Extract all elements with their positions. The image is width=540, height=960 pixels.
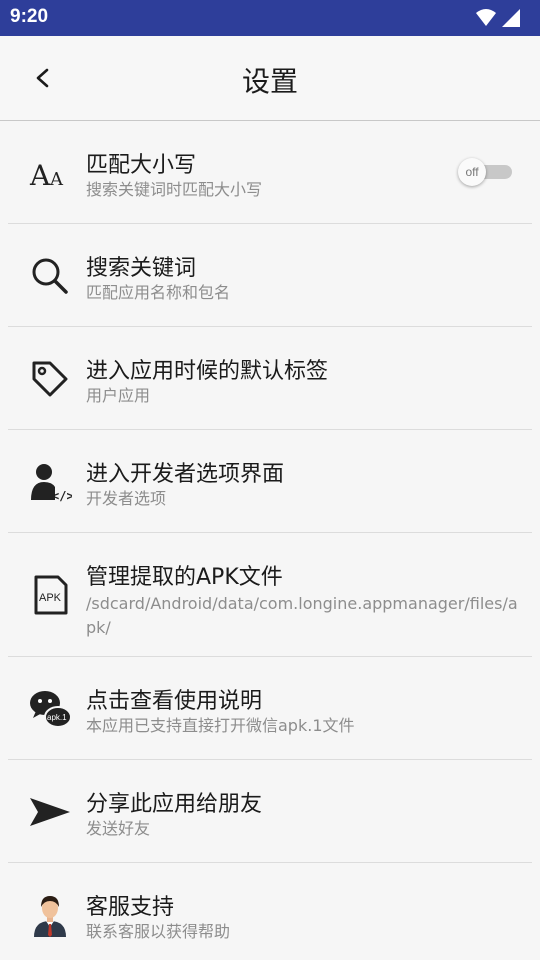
svg-text:A: A	[29, 159, 51, 192]
setting-subtitle: 发送好友	[86, 819, 151, 838]
match-case-toggle[interactable]: off	[458, 158, 518, 186]
setting-title: 进入开发者选项界面	[86, 462, 285, 487]
apk-file-icon: APK	[34, 575, 68, 615]
setting-subtitle: /sdcard/Android/data/com.longine.appmana…	[86, 594, 518, 637]
app-bar: 设置	[0, 36, 540, 121]
status-bar: 9:20	[0, 0, 540, 36]
setting-developer-options[interactable]: </> 进入开发者选项界面 开发者选项	[0, 430, 540, 533]
wechat-apk-icon-label: apk.1	[47, 713, 67, 722]
setting-title: 客服支持	[86, 895, 175, 920]
setting-title: 搜索关键词	[86, 256, 197, 281]
tag-icon	[32, 361, 68, 397]
page-title: 设置	[241, 65, 298, 98]
setting-subtitle: 联系客服以获得帮助	[86, 922, 231, 941]
setting-customer-support[interactable]: 客服支持 联系客服以获得帮助	[0, 863, 540, 959]
settings-list: A A 匹配大小写 搜索关键词时匹配大小写 off 搜索关键词 匹配应用名称和包…	[0, 121, 540, 959]
developer-icon: </>	[31, 464, 72, 503]
svg-text:</>: </>	[52, 489, 72, 503]
status-time: 9:20	[10, 6, 49, 27]
signal-icon	[502, 9, 520, 27]
setting-title: 匹配大小写	[86, 153, 197, 178]
toggle-thumb: off	[458, 158, 486, 186]
wechat-apk-icon: apk.1	[30, 691, 72, 728]
setting-subtitle: 匹配应用名称和包名	[86, 283, 231, 302]
setting-subtitle: 开发者选项	[86, 489, 167, 508]
setting-match-case[interactable]: A A 匹配大小写 搜索关键词时匹配大小写 off	[0, 121, 540, 224]
support-agent-icon	[34, 896, 66, 937]
wifi-icon	[476, 9, 496, 26]
font-case-icon: A A	[29, 159, 64, 192]
search-icon	[32, 258, 68, 294]
setting-subtitle: 本应用已支持直接打开微信apk.1文件	[86, 716, 355, 735]
setting-default-tab[interactable]: 进入应用时候的默认标签 用户应用	[0, 327, 540, 430]
setting-title: 管理提取的APK文件	[86, 565, 283, 590]
status-icons	[476, 9, 520, 27]
apk-file-icon-label: APK	[39, 592, 62, 604]
setting-instructions[interactable]: apk.1 点击查看使用说明 本应用已支持直接打开微信apk.1文件	[0, 657, 540, 760]
setting-title: 点击查看使用说明	[86, 689, 263, 714]
setting-share-app[interactable]: 分享此应用给朋友 发送好友	[0, 760, 540, 863]
setting-search-keyword[interactable]: 搜索关键词 匹配应用名称和包名	[0, 224, 540, 327]
setting-manage-apk[interactable]: APK 管理提取的APK文件 /sdcard/Android/data/com.…	[0, 533, 540, 657]
svg-text:A: A	[49, 169, 64, 190]
setting-title: 分享此应用给朋友	[86, 792, 263, 817]
setting-subtitle: 用户应用	[86, 386, 151, 405]
setting-title: 进入应用时候的默认标签	[86, 359, 329, 384]
send-icon	[30, 798, 70, 826]
